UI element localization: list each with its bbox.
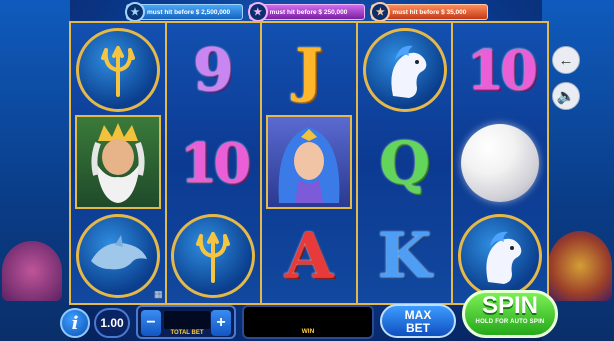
star-badge-icon: ★ — [370, 2, 391, 22]
paytable-icon[interactable]: ▦ — [154, 289, 164, 301]
mermaid-icon — [278, 127, 340, 203]
minus-icon: − — [146, 314, 156, 331]
jackpot-major: ★ must hit before $ 250,000 — [247, 2, 366, 22]
ten-symbol-text: 10 — [179, 130, 251, 195]
info-icon: i — [71, 312, 79, 334]
reel-5: 10 — [453, 23, 547, 303]
symbol-queen: Q — [358, 116, 452, 209]
total-bet-value — [164, 311, 210, 329]
win-label: WIN — [301, 328, 315, 335]
win-panel: WIN — [242, 305, 374, 339]
king-symbol-text: K — [377, 218, 432, 292]
trident-icon — [171, 213, 256, 298]
jackpot-minor: ★ must hit before $ 35,000 — [370, 2, 489, 22]
trident-icon — [75, 27, 160, 112]
reel-2: 9 10 — [166, 23, 263, 303]
spin-sub-label: HOLD FOR AUTO SPIN — [475, 319, 545, 325]
increase-bet-button[interactable]: + — [211, 310, 231, 336]
symbol-trident — [71, 23, 165, 116]
jackpot-major-label: must hit before $ 250,000 — [269, 8, 348, 16]
coin-value-display[interactable]: 1.00 — [94, 308, 130, 338]
symbol-poseidon — [75, 115, 161, 209]
nine-symbol-text: 9 — [193, 35, 234, 104]
ten-symbol-text: 10 — [466, 37, 538, 102]
info-button[interactable]: i — [60, 308, 90, 338]
symbol-ten: 10 — [453, 23, 547, 116]
total-bet-panel: − TOTAL BET + — [136, 305, 236, 339]
reels-grid: 9 10 J A Q K 10 — [69, 21, 549, 305]
max-bet-line2: BET — [406, 321, 430, 335]
total-bet-label: TOTAL BET — [170, 330, 204, 336]
symbol-seahorse — [453, 209, 547, 302]
pearl-icon — [461, 123, 540, 202]
symbol-seahorse — [358, 23, 452, 116]
queen-symbol-text: Q — [379, 128, 430, 197]
reel-3: J A — [262, 23, 358, 303]
coral-decoration-right — [548, 231, 612, 301]
dolphin-icon — [75, 213, 160, 298]
jackpot-grand-label: must hit before $ 2,500,000 — [147, 8, 231, 16]
plus-icon: + — [216, 314, 226, 331]
speaker-icon: 🔈 — [556, 88, 576, 105]
symbol-ace: A — [262, 209, 356, 302]
jackpot-minor-label: must hit before $ 35,000 — [392, 8, 467, 16]
seahorse-icon — [458, 213, 543, 298]
spin-label: SPIN — [481, 292, 538, 319]
poseidon-icon — [91, 123, 145, 203]
back-arrow-icon: ← — [558, 51, 574, 69]
decrease-bet-button[interactable]: − — [141, 310, 161, 336]
reel-1 — [71, 23, 167, 303]
symbol-jack: J — [262, 23, 356, 116]
sound-button[interactable]: 🔈 — [552, 82, 580, 110]
jackpot-grand: ★ must hit before $ 2,500,000 — [125, 2, 243, 22]
star-badge-icon: ★ — [125, 2, 145, 22]
symbol-trident — [167, 209, 261, 302]
symbol-king: K — [358, 209, 452, 302]
ace-symbol-text: A — [284, 218, 334, 292]
symbol-mermaid — [266, 115, 352, 209]
jackpot-bar: ★ must hit before $ 2,500,000 ★ must hit… — [125, 2, 489, 22]
spin-button[interactable]: SPIN HOLD FOR AUTO SPIN — [462, 290, 558, 338]
seahorse-icon — [362, 27, 447, 112]
reel-4: Q K — [357, 23, 454, 303]
symbol-ten: 10 — [167, 116, 261, 209]
coin-value: 1.00 — [100, 316, 124, 330]
max-bet-button[interactable]: MAX BET — [380, 304, 456, 338]
jack-symbol-text: J — [295, 35, 323, 104]
coral-decoration-left — [2, 241, 62, 301]
symbol-dolphin — [71, 209, 165, 302]
symbol-nine: 9 — [167, 23, 261, 116]
star-badge-icon: ★ — [247, 2, 268, 22]
back-button[interactable]: ← — [552, 46, 580, 74]
symbol-pearl — [453, 116, 547, 209]
